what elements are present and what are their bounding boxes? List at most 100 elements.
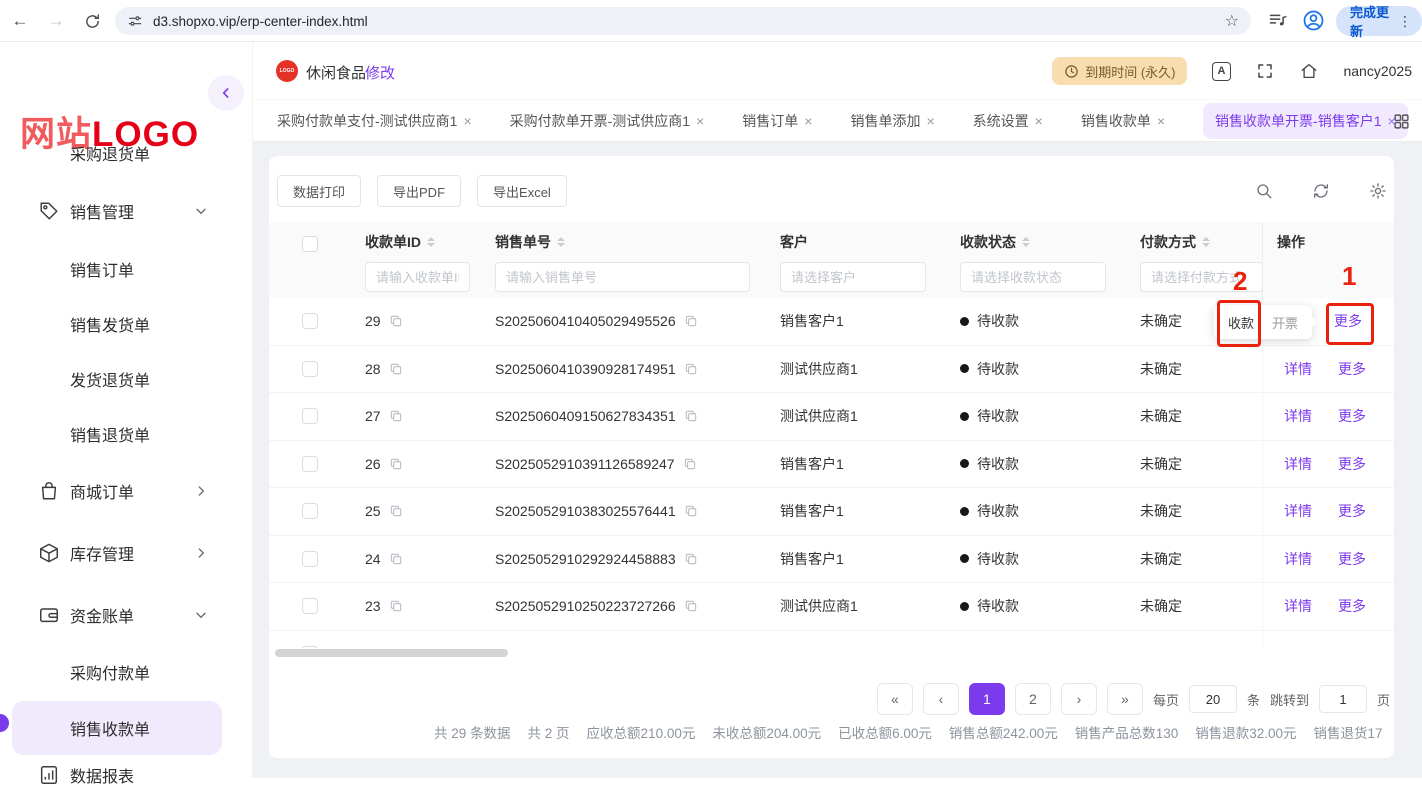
row-checkbox[interactable] [302,550,318,567]
filter-input[interactable] [365,262,470,292]
tab[interactable]: 采购付款单开票-测试供应商1 × [510,111,705,131]
floating-theme-dot[interactable] [0,714,9,732]
select-all-checkbox[interactable] [302,236,318,252]
row-checkbox[interactable] [302,360,318,377]
tab-close-icon[interactable]: × [1035,113,1043,129]
detail-link[interactable]: 详情 [1284,549,1312,569]
detail-link[interactable]: 详情 [1284,596,1312,616]
more-link[interactable]: 更多 [1338,359,1366,379]
page-number-button[interactable]: 2 [1014,683,1051,715]
copy-icon[interactable] [389,409,403,423]
copy-icon[interactable] [389,599,403,613]
language-icon[interactable]: A [1211,61,1231,81]
bookmark-star-icon[interactable]: ☆ [1225,11,1239,31]
search-icon[interactable] [1255,182,1273,200]
horizontal-scrollbar[interactable] [275,649,508,657]
detail-link[interactable]: 详情 [1284,454,1312,474]
copy-icon[interactable] [389,362,403,376]
more-link[interactable]: 更多 [1338,549,1366,569]
sidebar-collapse-button[interactable] [208,75,244,111]
copy-icon[interactable] [389,552,403,566]
tab[interactable]: 销售单添加 × [850,111,934,131]
browser-reload-icon[interactable] [80,9,104,33]
settings-gear-icon[interactable] [1369,182,1387,200]
username[interactable]: nancy2025 [1343,63,1412,79]
store-edit-link[interactable]: 修改 [365,62,395,83]
row-checkbox[interactable] [302,455,318,472]
copy-icon[interactable] [684,552,698,566]
per-page-input[interactable] [1188,685,1237,713]
tab-close-icon[interactable]: × [696,113,704,129]
copy-icon[interactable] [684,599,698,613]
sidebar-item[interactable]: 采购付款单 [0,652,253,692]
filter-input[interactable] [495,262,750,292]
sidebar-item[interactable]: 商城订单 [0,471,253,511]
column-label[interactable]: 销售单号 [495,232,565,252]
sidebar-item[interactable]: 销售订单 [0,249,253,289]
jump-page-input[interactable] [1318,685,1367,713]
tab-close-icon[interactable]: × [804,113,812,129]
sort-icon[interactable] [1022,237,1030,247]
copy-icon[interactable] [684,409,698,423]
browser-forward-icon[interactable]: → [44,9,68,33]
sidebar-item[interactable]: 发货退货单 [0,359,253,399]
toolbar-button[interactable]: 导出PDF [377,175,462,207]
more-link[interactable]: 更多 [1338,454,1366,474]
tab[interactable]: 销售订单 × [742,111,812,131]
page-prev-button[interactable]: ‹ [922,683,959,715]
page-last-button[interactable]: » [1106,683,1143,715]
detail-link[interactable]: 详情 [1284,406,1312,426]
filter-input[interactable] [780,262,926,292]
copy-icon[interactable] [683,457,697,471]
sidebar-item[interactable]: 销售管理 [0,191,253,231]
copy-icon[interactable] [684,504,698,518]
page-first-button[interactable]: « [876,683,913,715]
url-bar[interactable]: d3.shopxo.vip/erp-center-index.html ☆ [115,7,1251,35]
page-next-button[interactable]: › [1060,683,1097,715]
tab-active[interactable]: 销售收款单开票-销售客户1 × [1203,102,1408,139]
copy-icon[interactable] [684,362,698,376]
sidebar-item[interactable]: 销售退货单 [0,414,253,454]
detail-link[interactable]: 详情 [1284,359,1312,379]
browser-update-button[interactable]: 完成更新 ⋮ [1336,5,1422,39]
tab[interactable]: 销售收款单 × [1081,111,1165,131]
column-label[interactable]: 收款单ID [365,232,435,252]
row-checkbox[interactable] [302,598,318,615]
tab-close-icon[interactable]: × [926,113,934,129]
media-controls-icon[interactable] [1268,10,1288,30]
tab[interactable]: 采购付款单支付-测试供应商1 × [277,111,472,131]
browser-menu-icon[interactable]: ⋮ [1398,13,1412,30]
browser-profile-icon[interactable] [1302,9,1325,32]
column-label[interactable]: 付款方式 [1140,232,1210,252]
sidebar-item[interactable]: 资金账单 [0,595,253,635]
copy-icon[interactable] [389,457,403,471]
row-checkbox[interactable] [302,503,318,520]
sidebar-item[interactable]: 库存管理 [0,533,253,573]
refresh-icon[interactable] [1312,182,1330,200]
sidebar-item[interactable]: 销售收款单 [12,701,222,755]
toolbar-button[interactable]: 数据打印 [277,175,362,207]
sidebar-item[interactable]: 数据报表 [0,755,253,795]
invoice-button[interactable]: 开票 [1272,313,1298,332]
more-link[interactable]: 更多 [1338,596,1366,616]
toolbar-button[interactable]: 导出Excel [477,175,567,207]
browser-back-icon[interactable]: ← [8,9,32,33]
page-number-button[interactable]: 1 [968,683,1005,715]
site-settings-icon[interactable] [127,13,143,29]
more-link[interactable]: 更多 [1338,406,1366,426]
row-checkbox[interactable] [302,408,318,425]
more-link[interactable]: 更多 [1338,501,1366,521]
column-label[interactable]: 收款状态 [960,232,1030,252]
copy-icon[interactable] [389,314,403,328]
sort-icon[interactable] [1202,237,1210,247]
fullscreen-icon[interactable] [1255,61,1275,81]
row-checkbox[interactable] [302,645,318,648]
tabs-grid-icon[interactable] [1393,113,1410,130]
detail-link[interactable]: 详情 [1284,501,1312,521]
sidebar-item[interactable]: 采购退货单 [0,133,253,173]
tab-close-icon[interactable]: × [463,113,471,129]
tab-close-icon[interactable]: × [1157,113,1165,129]
row-checkbox[interactable] [302,313,318,330]
copy-icon[interactable] [389,504,403,518]
sidebar-item[interactable]: 销售发货单 [0,304,253,344]
